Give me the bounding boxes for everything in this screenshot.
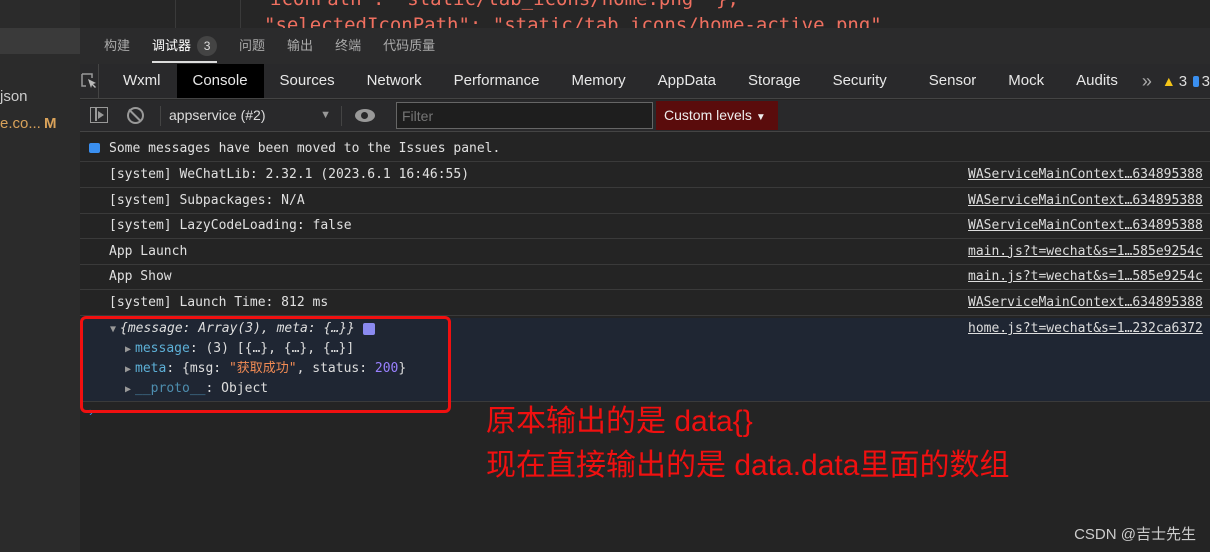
info-icon (89, 143, 100, 153)
source-link[interactable]: WAServiceMainContext…634895388 (968, 213, 1203, 239)
tab-appdata[interactable]: AppData (642, 64, 732, 98)
log-row: [system] Launch Time: 812 ms WAServiceMai… (80, 290, 1210, 316)
message-text: App Show (109, 269, 172, 285)
chevron-down-icon: ▼ (320, 109, 331, 121)
tab-performance[interactable]: Performance (438, 64, 556, 98)
message-text: [system] LazyCodeLoading: false (109, 218, 352, 234)
devtools-tabs: Wxml Console Sources Network Performance… (80, 64, 1210, 99)
code-line: iconPath": "static/tab_icons/home.png" }… (270, 0, 739, 10)
tab-sensor[interactable]: Sensor (913, 64, 993, 98)
inspect-element-icon[interactable] (80, 64, 99, 98)
tab-code-quality[interactable]: 代码质量 (383, 28, 435, 64)
tab-memory[interactable]: Memory (555, 64, 641, 98)
annotation-text: 原本输出的是 data{} (486, 405, 753, 438)
message-count: 3 (1201, 72, 1210, 90)
console-toolbar: appservice (#2) ▼ Custom levels ▼ (80, 100, 1210, 132)
log-row: App Launch main.js?t=wechat&s=1…585e9254c (80, 239, 1210, 265)
gutter-line (240, 0, 241, 28)
more-tabs-icon[interactable]: » (1134, 71, 1160, 92)
tab-mock[interactable]: Mock (992, 64, 1060, 98)
message-text: [system] Subpackages: N/A (109, 192, 305, 208)
code-line: "selectedIconPath": "static/tab_icons/ho… (264, 14, 882, 28)
context-select[interactable]: appservice (#2) ▼ (169, 100, 331, 131)
message-text: App Launch (109, 243, 188, 259)
gutter-line (175, 0, 176, 28)
eye-icon[interactable] (355, 109, 375, 122)
log-row: [system] WeChatLib: 2.32.1 (2023.6.1 16:… (80, 162, 1210, 188)
tab-network[interactable]: Network (351, 64, 438, 98)
source-link[interactable]: WAServiceMainContext…634895388 (968, 188, 1203, 214)
source-link[interactable]: main.js?t=wechat&s=1…585e9254c (968, 264, 1203, 290)
count-badge: 3 (197, 36, 218, 56)
log-row: App Show main.js?t=wechat&s=1…585e9254c (80, 264, 1210, 291)
warning-count: 3 (1178, 72, 1188, 90)
source-link[interactable]: WAServiceMainContext…634895388 (968, 162, 1203, 188)
sidebar-selected-item[interactable] (0, 28, 80, 54)
tab-label: 调试器 (152, 38, 192, 53)
file-item[interactable]: e.co... M (0, 115, 57, 132)
modified-badge: M (44, 115, 57, 132)
annotation-box (80, 316, 451, 413)
sidebar-toggle-icon[interactable] (90, 107, 108, 123)
divider (160, 106, 161, 126)
source-link[interactable]: home.js?t=wechat&s=1…232ca6372 (968, 319, 1203, 339)
tab-build[interactable]: 构建 (104, 28, 130, 64)
source-link[interactable]: main.js?t=wechat&s=1…585e9254c (968, 239, 1203, 265)
file-name: e.co... (0, 115, 41, 132)
source-link[interactable]: WAServiceMainContext…634895388 (968, 290, 1203, 316)
filter-input[interactable] (396, 102, 653, 129)
panel-tabs: 构建 调试器 3 问题 输出 终端 代码质量 (80, 28, 1210, 64)
levels-label: Custom levels (664, 107, 752, 123)
tab-problems[interactable]: 问题 (239, 28, 265, 64)
message-text: Some messages have been moved to the Iss… (109, 141, 501, 156)
code-editor[interactable]: iconPath": "static/tab_icons/home.png" }… (80, 0, 1210, 28)
chevron-down-icon: ▼ (755, 112, 766, 123)
tab-console[interactable]: Console (176, 64, 264, 98)
tab-sources[interactable]: Sources (264, 64, 351, 98)
clear-console-icon[interactable] (127, 107, 144, 124)
log-row: [system] LazyCodeLoading: false WAService… (80, 213, 1210, 240)
message-text: [system] WeChatLib: 2.32.1 (2023.6.1 16:… (109, 167, 470, 182)
watermark: CSDN @吉士先生 (1074, 526, 1196, 543)
tab-storage[interactable]: Storage (732, 64, 817, 98)
tab-output[interactable]: 输出 (287, 28, 313, 64)
info-message: Some messages have been moved to the Iss… (80, 136, 1210, 162)
context-value: appservice (#2) (169, 107, 266, 123)
tab-terminal[interactable]: 终端 (335, 28, 361, 64)
tab-debugger[interactable]: 调试器 3 (152, 28, 218, 64)
message-icon[interactable] (1193, 75, 1199, 87)
divider (341, 106, 342, 126)
annotation-text: 现在直接输出的是 data.data里面的数组 (486, 449, 1010, 482)
file-item[interactable]: json (0, 88, 28, 105)
file-sidebar: json e.co... M (0, 0, 80, 552)
message-text: [system] Launch Time: 812 ms (109, 295, 329, 310)
tab-audits[interactable]: Audits (1060, 64, 1134, 98)
warning-icon[interactable]: ▲ (1162, 73, 1176, 89)
log-row: [system] Subpackages: N/A WAServiceMainCo… (80, 188, 1210, 214)
tab-wxml[interactable]: Wxml (107, 64, 177, 98)
tab-security[interactable]: Security (817, 64, 903, 98)
custom-levels-dropdown[interactable]: Custom levels ▼ (656, 101, 778, 130)
